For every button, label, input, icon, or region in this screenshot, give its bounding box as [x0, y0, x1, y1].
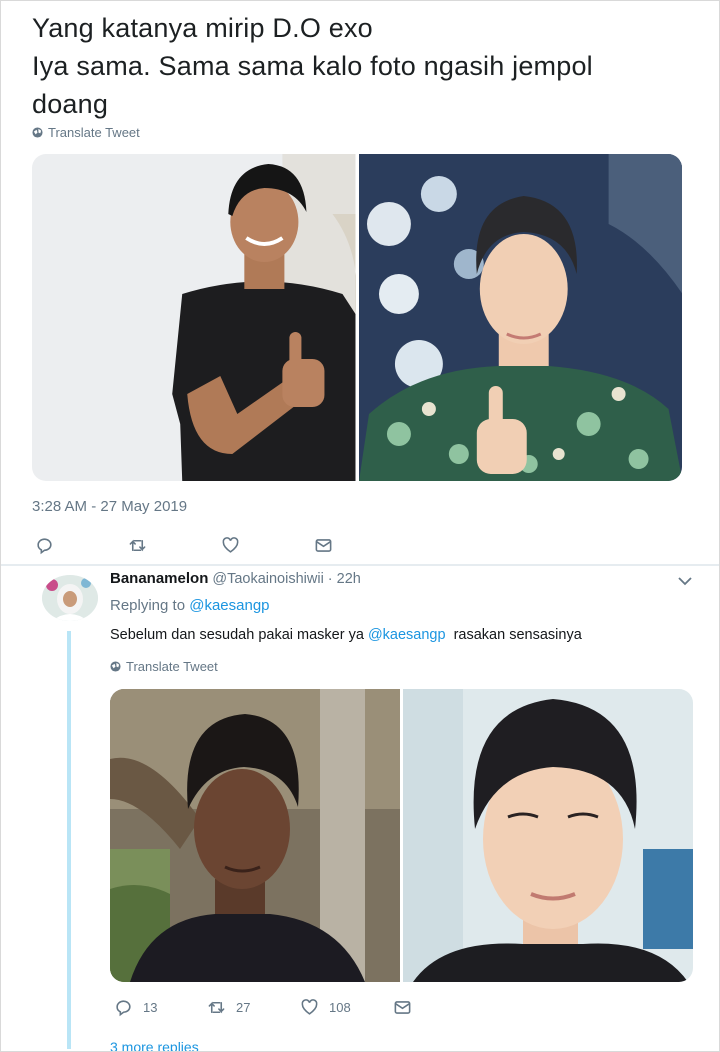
replying-to: Replying to @kaesangp	[110, 597, 270, 614]
reply-button[interactable]	[35, 536, 128, 555]
reply-button[interactable]: 13	[114, 998, 207, 1017]
reply-text-before: Sebelum dan sesudah pakai masker ya	[110, 627, 368, 643]
dm-icon	[394, 1001, 411, 1014]
translate-tweet-button[interactable]: Translate Tweet	[110, 659, 218, 674]
tweet-actions	[35, 536, 407, 555]
tweet-thread-screenshot: Yang katanya mirip D.O exo Iya sama. Sam…	[0, 0, 720, 1052]
reply-mention[interactable]: @kaesangp	[368, 627, 446, 643]
photo-illustration	[110, 689, 400, 982]
separator-dot: ·	[327, 571, 333, 587]
retweet-count: 27	[236, 1000, 251, 1015]
reply-icon	[116, 1000, 131, 1017]
direct-message-button[interactable]	[314, 536, 407, 555]
photo-man-thumbs-up[interactable]	[32, 154, 356, 481]
translate-tweet-button[interactable]: Translate Tweet	[32, 125, 140, 140]
tweet-timestamp[interactable]: 3:28 AM - 27 May 2019	[32, 498, 187, 515]
photo-illustration	[403, 689, 693, 982]
retweet-button[interactable]	[128, 536, 221, 555]
like-icon	[301, 999, 318, 1015]
retweet-icon	[129, 539, 146, 552]
retweet-icon	[208, 1001, 225, 1014]
retweet-button[interactable]: 27	[207, 998, 300, 1017]
dm-icon	[315, 539, 332, 552]
user-handle[interactable]: @Taokainoishiwii	[212, 571, 323, 587]
chevron-down-icon[interactable]	[677, 573, 693, 589]
translate-label: Translate Tweet	[126, 659, 218, 674]
reply-time[interactable]: 22h	[337, 571, 361, 587]
reply-text-after: rasakan sensasinya	[445, 627, 582, 643]
avatar[interactable]	[42, 575, 98, 621]
photo-illustration	[358, 154, 682, 481]
translate-label: Translate Tweet	[48, 125, 140, 140]
reply-header: Bananamelon @Taokainoishiwii · 22h	[110, 570, 361, 587]
photo-do-exo-portrait[interactable]	[403, 689, 693, 982]
photo-boy-outdoors[interactable]	[110, 689, 400, 982]
tweet-media-grid	[32, 154, 682, 481]
avatar-image	[42, 575, 98, 621]
more-replies-link[interactable]: 3 more replies	[110, 1039, 199, 1051]
replying-to-mention[interactable]: @kaesangp	[189, 597, 269, 614]
like-icon	[222, 537, 239, 553]
photo-illustration	[32, 154, 356, 481]
like-button[interactable]	[221, 536, 314, 555]
tweet-divider	[1, 564, 719, 566]
replying-prefix: Replying to	[110, 597, 186, 614]
like-button[interactable]: 108	[300, 998, 393, 1017]
like-count: 108	[329, 1000, 351, 1015]
reply-actions: 13 27 108	[114, 998, 486, 1017]
tweet-text: Yang katanya mirip D.O exo Iya sama. Sam…	[32, 13, 593, 119]
reply-count: 13	[143, 1000, 158, 1015]
reply-text: Sebelum dan sesudah pakai masker ya @kae…	[110, 627, 582, 643]
display-name[interactable]: Bananamelon	[110, 570, 208, 587]
thread-line	[67, 631, 71, 1049]
direct-message-button[interactable]	[393, 998, 486, 1017]
photo-do-exo-thumbs-up[interactable]	[358, 154, 682, 481]
globe-icon	[110, 661, 121, 672]
reply-icon	[37, 538, 52, 555]
reply-media-grid	[110, 689, 693, 982]
globe-icon	[32, 127, 43, 138]
